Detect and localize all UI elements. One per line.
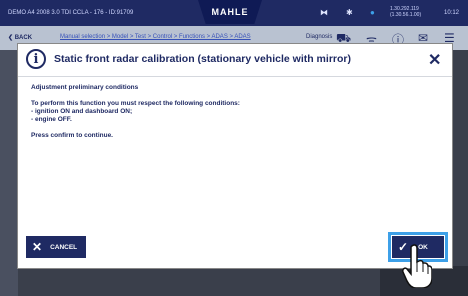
diagnosis-label: Diagnosis <box>306 34 333 40</box>
wifi-dot-icon: ● <box>370 8 375 17</box>
menu-icon[interactable]: ☰ <box>444 31 455 45</box>
condition-item: - ignition ON and dashboard ON; <box>31 108 133 115</box>
status-bar: DEMO A4 2008 3.0 TDI CCLA - 176 - ID:917… <box>0 0 468 26</box>
info-icon: i <box>26 49 46 69</box>
close-icon: ✕ <box>32 240 43 254</box>
calibration-dialog: i Static front radar calibration (statio… <box>18 44 452 268</box>
cancel-button[interactable]: ✕ CANCEL <box>26 236 86 258</box>
vehicle-info: DEMO A4 2008 3.0 TDI CCLA - 176 - ID:917… <box>8 10 134 16</box>
dialog-subtitle: Adjustment preliminary conditions <box>31 84 139 91</box>
clock: 10:12 <box>444 10 460 16</box>
dialog-intro: To perform this function you must respec… <box>31 100 240 107</box>
pointer-hand-icon <box>402 244 432 288</box>
back-button[interactable]: ❮ BACK <box>8 34 32 41</box>
back-label: BACK <box>14 35 33 41</box>
ip-address: 1.30.292.119 (1.30.56.1.00) <box>390 6 421 18</box>
dialog-confirm-text: Press confirm to continue. <box>31 132 113 139</box>
vci-icon: ⧓ <box>320 8 328 17</box>
dialog-header: i Static front radar calibration (statio… <box>18 44 452 77</box>
dialog-body: Adjustment preliminary conditions To per… <box>31 84 441 140</box>
close-icon[interactable]: ✕ <box>428 50 441 70</box>
cancel-label: CANCEL <box>50 243 78 251</box>
mail-icon[interactable]: ✉ <box>418 31 428 45</box>
condition-item: - engine OFF. <box>31 116 72 123</box>
breadcrumb[interactable]: Manual selection > Model > Test > Contro… <box>60 34 251 40</box>
brand-logo: MAHLE <box>198 0 262 24</box>
ip-line-2: (1.30.56.1.00) <box>390 12 422 18</box>
bluetooth-icon: ✱ <box>346 8 353 17</box>
left-panel <box>0 50 18 296</box>
dialog-title: Static front radar calibration (stationa… <box>54 53 351 65</box>
app-frame: DEMO A4 2008 3.0 TDI CCLA - 176 - ID:917… <box>0 0 468 296</box>
